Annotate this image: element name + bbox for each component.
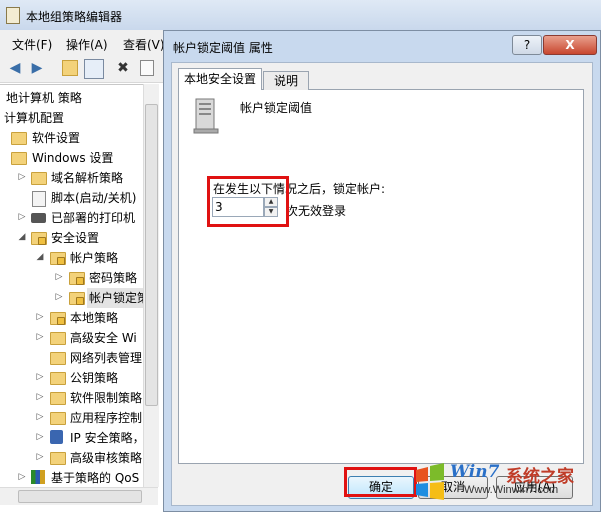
lock-icon	[57, 257, 65, 265]
printer-icon	[31, 213, 46, 223]
tree-item-advanced-audit[interactable]: 高级审核策略	[70, 448, 142, 468]
tree-item-account-lockout[interactable]: 帐户锁定策	[87, 288, 152, 308]
expand-arrow-icon[interactable]: ▷	[35, 372, 45, 382]
delete-icon[interactable]: ✖	[114, 59, 132, 77]
app-icon	[6, 7, 20, 24]
expand-arrow-icon[interactable]: ▷	[35, 412, 45, 422]
tree-item-network-list[interactable]: 网络列表管理	[70, 348, 142, 368]
dialog-title: 帐户锁定阈值 属性	[173, 41, 273, 55]
tree-item-scripts[interactable]: 脚本(启动/关机)	[51, 188, 136, 208]
folder-icon	[50, 352, 66, 365]
tree-item-printers[interactable]: 已部署的打印机	[51, 208, 135, 228]
close-button[interactable]: X	[543, 35, 597, 55]
tree-item-security-settings[interactable]: 安全设置	[51, 228, 99, 248]
folder-icon	[31, 172, 47, 185]
console-tree[interactable]: 地计算机 策略 计算机配置 软件设置 Windows 设置 ▷ 域名解析策略 脚…	[0, 84, 158, 488]
folder-icon	[11, 152, 27, 165]
expand-arrow-icon[interactable]: ▷	[54, 272, 64, 282]
expand-arrow-icon[interactable]: ▷	[35, 332, 45, 342]
properties-icon[interactable]	[140, 60, 154, 76]
expand-arrow-icon[interactable]: ▷	[35, 392, 45, 402]
lock-icon	[76, 297, 84, 305]
tree-item-computer-config[interactable]: 计算机配置	[4, 108, 64, 128]
ip-security-icon	[50, 430, 63, 444]
menu-view[interactable]: 查看(V)	[123, 36, 165, 53]
tree-item-account-policies[interactable]: 帐户策略	[70, 248, 118, 268]
back-arrow-icon[interactable]: ◀	[6, 59, 24, 77]
parent-window-title: 本地组策略编辑器	[26, 10, 123, 24]
expand-arrow-icon[interactable]: ▷	[17, 212, 27, 222]
tree-item-ip-security[interactable]: IP 安全策略，	[70, 428, 145, 448]
help-button[interactable]: ?	[512, 35, 542, 55]
forward-arrow-icon[interactable]: ▶	[28, 59, 46, 77]
tree-item-local-policies[interactable]: 本地策略	[70, 308, 118, 328]
highlight-box-ok	[344, 467, 417, 497]
tab-explain[interactable]: 说明	[263, 71, 309, 90]
tree-item-name-resolution[interactable]: 域名解析策略	[51, 168, 123, 188]
tree-item-public-key[interactable]: 公钥策略	[70, 368, 118, 388]
expand-arrow-icon[interactable]: ▷	[54, 292, 64, 302]
folder-icon	[50, 452, 66, 465]
menu-file[interactable]: 文件(F)	[12, 36, 52, 53]
folder-icon	[11, 132, 27, 145]
collapse-arrow-icon[interactable]: ◢	[35, 252, 45, 262]
tree-item-software-settings[interactable]: 软件设置	[32, 128, 80, 148]
tree-item-local-policy[interactable]: 地计算机 策略	[6, 88, 82, 108]
menu-action[interactable]: 操作(A)	[66, 36, 108, 53]
tab-panel	[178, 89, 584, 464]
expand-arrow-icon[interactable]: ▷	[35, 432, 45, 442]
highlight-box-input	[207, 176, 289, 227]
tab-local-security-setting[interactable]: 本地安全设置	[178, 68, 262, 90]
tree-item-app-control[interactable]: 应用程序控制	[70, 408, 142, 428]
folder-icon	[50, 412, 66, 425]
show-tree-icon[interactable]	[84, 59, 104, 79]
folder-icon	[50, 372, 66, 385]
windows-logo-icon	[416, 463, 444, 500]
watermark-brand: Win7	[450, 462, 500, 482]
collapse-arrow-icon[interactable]: ◢	[17, 232, 27, 242]
expand-arrow-icon[interactable]: ▷	[17, 472, 27, 482]
qos-chart-icon	[31, 470, 45, 484]
tree-vertical-scroll-thumb[interactable]	[145, 104, 158, 406]
lockout-suffix: 次无效登录	[286, 204, 347, 218]
tree-item-password-policy[interactable]: 密码策略	[89, 268, 137, 288]
lock-icon	[38, 237, 46, 245]
up-folder-icon[interactable]	[62, 60, 78, 76]
tree-item-windows-settings[interactable]: Windows 设置	[32, 148, 113, 168]
lock-icon	[76, 277, 84, 285]
expand-arrow-icon[interactable]: ▷	[35, 312, 45, 322]
folder-icon	[50, 392, 66, 405]
policy-name: 帐户锁定阈值	[240, 101, 313, 115]
policy-server-icon	[193, 98, 219, 134]
expand-arrow-icon[interactable]: ▷	[35, 452, 45, 462]
watermark-url: Www.Winwin7.com	[464, 484, 559, 496]
expand-arrow-icon[interactable]: ▷	[17, 172, 27, 182]
tree-item-advanced-firewall[interactable]: 高级安全 Wi	[70, 328, 137, 348]
tree-horizontal-scroll-thumb[interactable]	[18, 490, 142, 503]
script-icon	[32, 191, 46, 207]
folder-icon	[50, 332, 66, 345]
tree-item-qos[interactable]: 基于策略的 QoS	[51, 468, 139, 488]
tree-item-software-restriction[interactable]: 软件限制策略	[70, 388, 142, 408]
lock-icon	[57, 317, 65, 325]
